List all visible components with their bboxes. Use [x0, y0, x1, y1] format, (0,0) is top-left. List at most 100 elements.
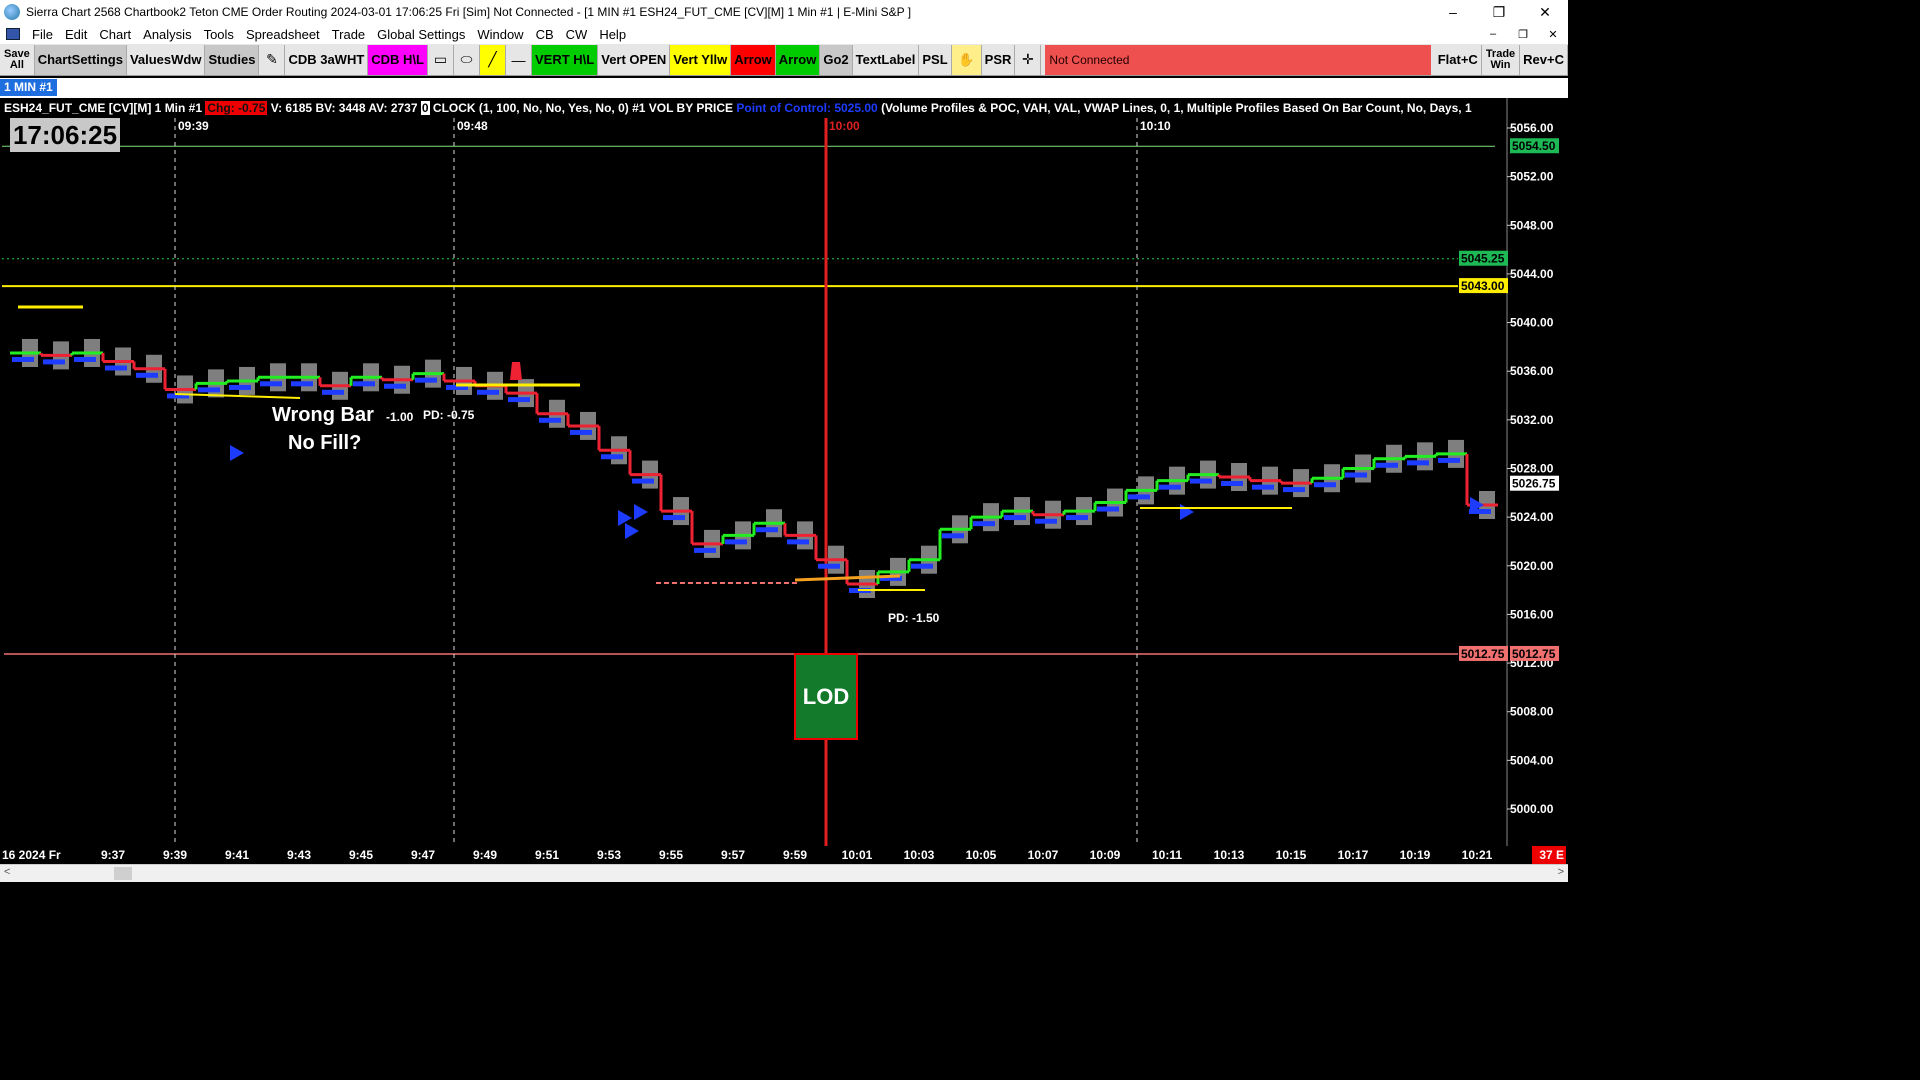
blue-arrow-marker — [625, 523, 639, 539]
menu-analysis[interactable]: Analysis — [137, 27, 197, 42]
hand-tool-icon[interactable]: ✋ — [951, 44, 982, 75]
price-marker-label: 5012.75 — [1512, 647, 1556, 661]
psr-button[interactable]: PSR — [982, 44, 1016, 75]
ellipse-tool-icon[interactable]: ⬭ — [454, 44, 480, 75]
change-value: Chg: -0.75 — [205, 101, 268, 115]
sierra-chart-icon — [4, 4, 20, 20]
rectangle-tool-icon[interactable]: ▭ — [428, 44, 454, 75]
vwap-segment — [1345, 472, 1367, 478]
red-down-arrow — [510, 362, 522, 380]
draw-tool-icon[interactable]: ✎ — [259, 44, 286, 75]
time-tick-label: 9:57 — [721, 848, 745, 862]
minimize-button[interactable]: – — [1430, 4, 1476, 20]
menu-cw[interactable]: CW — [560, 27, 594, 42]
vwap-segment — [1407, 460, 1429, 466]
vert-open-button[interactable]: Vert OPEN — [598, 44, 671, 75]
maximize-button[interactable]: ❐ — [1476, 4, 1522, 21]
green-arrow-button[interactable]: Arrow — [775, 44, 821, 75]
price-tick-label: 5036.00 — [1510, 364, 1554, 378]
text-label-button[interactable]: TextLabel — [853, 44, 920, 75]
menu-window[interactable]: Window — [471, 27, 529, 42]
vwap-segment — [663, 515, 685, 521]
menu-spreadsheet[interactable]: Spreadsheet — [240, 27, 326, 42]
time-tick-label: 10:01 — [842, 848, 873, 862]
symbol-info: ESH24_FUT_CME [CV][M] 1 Min #1 — [4, 101, 203, 115]
vwap-segment — [601, 454, 623, 460]
price-marker-label: 5045.25 — [1461, 252, 1505, 266]
vert-yellow-button[interactable]: Vert Yllw — [670, 44, 732, 75]
trade-window-button[interactable]: Trade Win — [1482, 44, 1521, 75]
crosshair-tool-icon[interactable]: ✛ — [1015, 44, 1042, 75]
vert-hl-button[interactable]: VERT H\L — [532, 44, 599, 75]
vwap-segment — [43, 359, 65, 365]
horizontal-line-tool-icon[interactable]: — — [506, 44, 532, 75]
scroll-left-icon[interactable]: < — [4, 866, 10, 878]
menu-help[interactable]: Help — [593, 27, 632, 42]
menu-cb[interactable]: CB — [530, 27, 560, 42]
psl-button[interactable]: PSL — [919, 44, 952, 75]
save-all-button[interactable]: Save All — [0, 44, 35, 75]
price-tick-label: 5028.00 — [1510, 462, 1554, 476]
chart-region[interactable]: 5056.00 5052.00 5048.00 5044.00 5040.00 5036.… — [0, 98, 1568, 846]
time-tick-label: 10:15 — [1276, 848, 1307, 862]
price-tick-label: 5052.00 — [1510, 170, 1554, 184]
price-chart[interactable]: 5056.00 5052.00 5048.00 5044.00 5040.00 5036.… — [0, 98, 1568, 846]
menu-chart[interactable]: Chart — [93, 27, 137, 42]
chart-settings-button[interactable]: ChartSettings — [34, 44, 127, 75]
close-button[interactable]: ✕ — [1522, 4, 1568, 21]
chart-window-icon[interactable] — [6, 28, 20, 40]
menu-bar: File Edit Chart Analysis Tools Spreadshe… — [0, 24, 1568, 44]
vwap-segment — [725, 539, 747, 545]
clock-display: 17:06:25 — [10, 118, 120, 152]
axis-corner-label: 37 E — [1539, 848, 1564, 862]
clock-study-number: 0 — [420, 101, 430, 115]
go2-button[interactable]: Go2 — [820, 44, 853, 75]
time-tick-label: 9:45 — [349, 848, 373, 862]
menu-global-settings[interactable]: Global Settings — [371, 27, 471, 42]
volume-value: V: 6185 — [270, 101, 313, 115]
line-tool-icon[interactable]: ╱ — [480, 44, 506, 75]
price-tick-label: 5032.00 — [1510, 413, 1554, 427]
price-tick-label: 5048.00 — [1510, 218, 1554, 232]
menu-edit[interactable]: Edit — [59, 27, 93, 42]
price-tick-label: 5024.00 — [1510, 510, 1554, 524]
flat-c-button[interactable]: Flat+C — [1435, 44, 1482, 75]
child-restore-button[interactable]: ❐ — [1508, 28, 1538, 41]
vwap-segment — [973, 521, 995, 527]
cdb-hl-button[interactable]: CDB H\L — [368, 44, 428, 75]
point-of-control: Point of Control: 5025.00 — [736, 101, 878, 115]
time-line-label: 10:00 — [829, 119, 860, 133]
child-minimize-button[interactable]: – — [1478, 28, 1508, 41]
values-window-button[interactable]: ValuesWdw — [127, 44, 206, 75]
scroll-right-icon[interactable]: > — [1558, 866, 1564, 878]
scroll-thumb[interactable] — [114, 867, 132, 880]
time-tick-label: 9:43 — [287, 848, 311, 862]
blue-arrow-marker — [230, 445, 244, 461]
child-close-button[interactable]: ✕ — [1538, 28, 1568, 41]
pd-value-1: -1.00 — [386, 410, 414, 424]
title-bar: Sierra Chart 2568 Chartbook2 Teton CME O… — [0, 0, 1568, 24]
tab-1-min[interactable]: 1 MIN #1 — [0, 79, 57, 96]
trade-win-label-1: Trade — [1485, 47, 1516, 60]
rev-c-button[interactable]: Rev+C — [1520, 44, 1568, 75]
vwap-segment — [353, 381, 375, 387]
menu-file[interactable]: File — [26, 27, 59, 42]
studies-button[interactable]: Studies — [205, 44, 260, 75]
trade-win-label-2: Win — [1490, 58, 1511, 71]
vwap-segment — [291, 381, 313, 387]
vwap-segment — [818, 563, 840, 569]
no-fill-note: No Fill? — [288, 432, 362, 454]
cdb-3awht-button[interactable]: CDB 3aWHT — [285, 44, 369, 75]
horizontal-scrollbar[interactable]: < > — [0, 864, 1568, 882]
vwap-segment — [1128, 494, 1150, 500]
time-tick-label: 9:55 — [659, 848, 683, 862]
price-tick-label: 5016.00 — [1510, 607, 1554, 621]
red-arrow-button[interactable]: Arrow — [731, 44, 776, 75]
menu-tools[interactable]: Tools — [198, 27, 240, 42]
vwap-segment — [756, 527, 778, 533]
time-tick-label: 10:03 — [904, 848, 935, 862]
menu-trade[interactable]: Trade — [326, 27, 371, 42]
price-marker-label: 5043.00 — [1461, 279, 1505, 293]
vwap-segment — [322, 389, 344, 395]
window-title: Sierra Chart 2568 Chartbook2 Teton CME O… — [26, 5, 912, 19]
